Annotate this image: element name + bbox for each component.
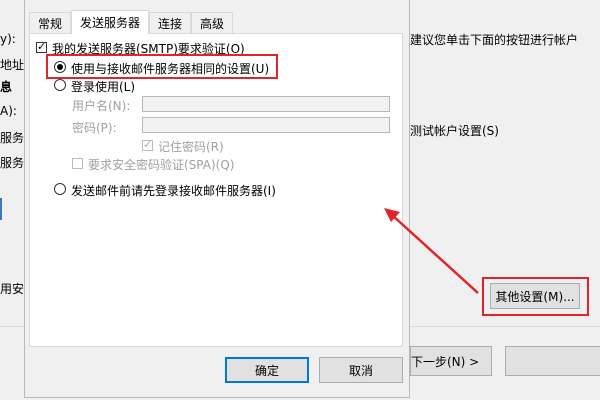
- login-before-send-radio[interactable]: [54, 183, 66, 195]
- dialog-tabs: 常规 发送服务器 连接 高级: [29, 10, 234, 34]
- background-text-fragment: y):: [0, 32, 16, 46]
- cancel-button[interactable]: 取消: [319, 357, 403, 383]
- require-spa-label: 要求安全密码验证(SPA)(Q): [88, 158, 235, 172]
- username-label: 用户名(N):: [72, 99, 131, 113]
- next-button-label: 下一步(N) >: [411, 354, 480, 369]
- more-settings-highlight: [482, 277, 589, 316]
- password-input[interactable]: [142, 117, 390, 133]
- remember-password-label: 记住密码(R): [158, 140, 224, 154]
- username-input[interactable]: [142, 96, 390, 112]
- require-spa-checkbox[interactable]: [72, 158, 83, 169]
- smtp-auth-checkbox[interactable]: ✓: [36, 40, 47, 53]
- background-text-fragment: A):: [0, 104, 17, 118]
- next-button[interactable]: 下一步(N) >: [410, 346, 492, 376]
- test-account-settings-label[interactable]: 测试帐户设置(S): [410, 122, 499, 139]
- tab-connection[interactable]: 连接: [149, 12, 192, 34]
- same-settings-highlight: [46, 54, 278, 79]
- background-instruction-text: 建议您单击下面的按钮进行帐户: [410, 33, 579, 47]
- background-text-fragment: 用安: [0, 282, 25, 296]
- remember-password-checkbox[interactable]: ✓: [142, 138, 153, 151]
- tab-advanced[interactable]: 高级: [191, 12, 234, 34]
- check-icon: ✓: [143, 138, 153, 151]
- ok-button[interactable]: 确定: [225, 357, 309, 383]
- background-text-fragment: 服务: [0, 156, 25, 170]
- check-icon: ✓: [37, 40, 47, 53]
- background-text-fragment: 服务: [0, 131, 25, 145]
- password-label: 密码(P):: [72, 121, 117, 135]
- login-using-radio[interactable]: [54, 79, 66, 91]
- tab-general[interactable]: 常规: [29, 12, 72, 34]
- login-using-label: 登录使用(L): [71, 80, 136, 94]
- background-section-heading: 息: [0, 80, 13, 94]
- background-accent-bar: [0, 198, 2, 220]
- login-before-send-label: 发送邮件前请先登录接收邮件服务器(I): [71, 184, 276, 198]
- outgoing-server-dialog: 常规 发送服务器 连接 高级 ✓ 我的发送服务器(SMTP)要求验证(O) 使用…: [24, 0, 410, 398]
- tab-outgoing-server[interactable]: 发送服务器: [71, 10, 150, 34]
- tab-panel: ✓ 我的发送服务器(SMTP)要求验证(O) 使用与接收邮件服务器相同的设置(U…: [29, 33, 403, 347]
- background-text-fragment: 地址: [0, 58, 25, 72]
- background-partial-button[interactable]: [505, 346, 600, 376]
